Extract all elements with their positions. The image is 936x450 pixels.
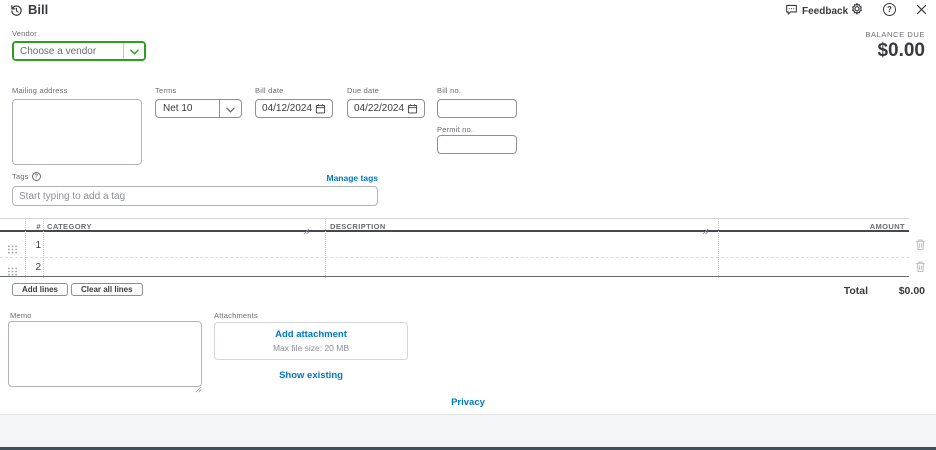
trash-icon — [915, 239, 926, 254]
row-number: 2 — [25, 262, 41, 273]
manage-tags-link[interactable]: Manage tags — [327, 173, 379, 183]
feedback-button[interactable]: Feedback — [785, 3, 848, 19]
max-file-size-text: Max file size: 20 MB — [273, 343, 349, 353]
mailing-address-label: Mailing address — [12, 86, 68, 95]
permit-no-input[interactable] — [444, 139, 510, 150]
balance-due-label: BALANCE DUE — [865, 30, 925, 39]
vendor-dropdown-button[interactable] — [123, 43, 144, 59]
row-category-cell[interactable] — [44, 234, 324, 256]
tags-field[interactable] — [12, 186, 378, 206]
calendar-icon[interactable] — [407, 103, 418, 114]
column-header-description: DESCRIPTION — [330, 222, 386, 231]
gear-icon — [850, 4, 864, 19]
close-icon — [915, 4, 928, 19]
close-button[interactable] — [915, 3, 928, 16]
permit-no-field[interactable] — [437, 135, 517, 154]
attachments-label: Attachments — [214, 311, 258, 320]
mailing-address-textarea[interactable] — [12, 99, 142, 165]
total-value: $0.00 — [899, 285, 925, 297]
due-date-input[interactable] — [354, 103, 407, 114]
feedback-label: Feedback — [802, 6, 848, 17]
tags-help-icon[interactable]: ? — [32, 172, 41, 181]
help-icon: ? — [883, 3, 896, 16]
vendor-combobox[interactable] — [12, 41, 146, 61]
bill-date-label: Bill date — [255, 86, 283, 95]
delete-line-button[interactable] — [915, 260, 926, 273]
due-date-label: Due date — [347, 86, 379, 95]
table-row: 1 — [0, 234, 909, 256]
bill-page: Bill Feedback ? BALANCE — [0, 0, 936, 450]
privacy-link[interactable]: Privacy — [451, 397, 485, 408]
vendor-input[interactable] — [14, 43, 123, 59]
column-header-number: # — [25, 222, 41, 231]
row-amount-cell[interactable] — [719, 234, 907, 256]
footer-band — [0, 414, 936, 447]
drag-handle-icon[interactable] — [7, 263, 18, 281]
recent-transactions-button[interactable] — [10, 4, 23, 17]
line-items-table: # CATEGORY DESCRIPTION AMOUNT 1 — [0, 218, 909, 277]
bill-no-label: Bill no. — [437, 86, 461, 95]
row-description-cell[interactable] — [326, 234, 717, 256]
add-attachment-link[interactable]: Add attachment — [275, 329, 347, 340]
bill-no-field[interactable] — [437, 99, 517, 118]
terms-value: Net 10 — [156, 100, 219, 117]
bill-date-input[interactable] — [262, 103, 315, 114]
terms-label: Terms — [155, 86, 176, 95]
chevron-down-icon — [130, 42, 139, 60]
attachment-dropzone[interactable]: Add attachment Max file size: 20 MB — [214, 322, 408, 360]
delete-line-button[interactable] — [915, 238, 926, 251]
row-category-cell[interactable] — [44, 257, 324, 279]
add-lines-button[interactable]: Add lines — [12, 283, 68, 296]
trash-icon — [915, 261, 926, 276]
calendar-icon[interactable] — [315, 103, 326, 114]
memo-textarea[interactable] — [8, 321, 202, 387]
balance-due-amount: $0.00 — [877, 40, 925, 62]
tags-input[interactable] — [19, 191, 371, 202]
bill-no-input[interactable] — [444, 103, 510, 114]
clear-all-lines-button[interactable]: Clear all lines — [71, 283, 143, 296]
terms-select[interactable]: Net 10 — [155, 99, 242, 118]
row-number: 1 — [25, 240, 41, 251]
column-header-category: CATEGORY — [47, 222, 92, 231]
total-label: Total — [844, 285, 868, 297]
settings-button[interactable] — [850, 2, 864, 16]
history-clock-icon — [10, 5, 23, 20]
feedback-icon — [785, 3, 798, 19]
bill-date-field[interactable] — [255, 99, 333, 118]
tags-label: Tags — [12, 172, 29, 181]
permit-no-label: Permit no. — [437, 125, 473, 134]
row-description-cell[interactable] — [326, 257, 717, 279]
table-row: 2 — [0, 257, 909, 278]
help-button[interactable]: ? — [883, 3, 896, 16]
row-amount-cell[interactable] — [719, 257, 907, 279]
memo-label: Memo — [10, 311, 32, 320]
column-header-amount: AMOUNT — [870, 222, 905, 231]
terms-dropdown-button[interactable] — [219, 100, 241, 117]
show-existing-link[interactable]: Show existing — [279, 370, 343, 381]
table-header-row: # CATEGORY DESCRIPTION AMOUNT — [0, 219, 909, 232]
due-date-field[interactable] — [347, 99, 425, 118]
page-title: Bill — [28, 2, 48, 17]
chevron-down-icon — [226, 100, 235, 118]
vendor-label: Vendor — [12, 29, 37, 38]
